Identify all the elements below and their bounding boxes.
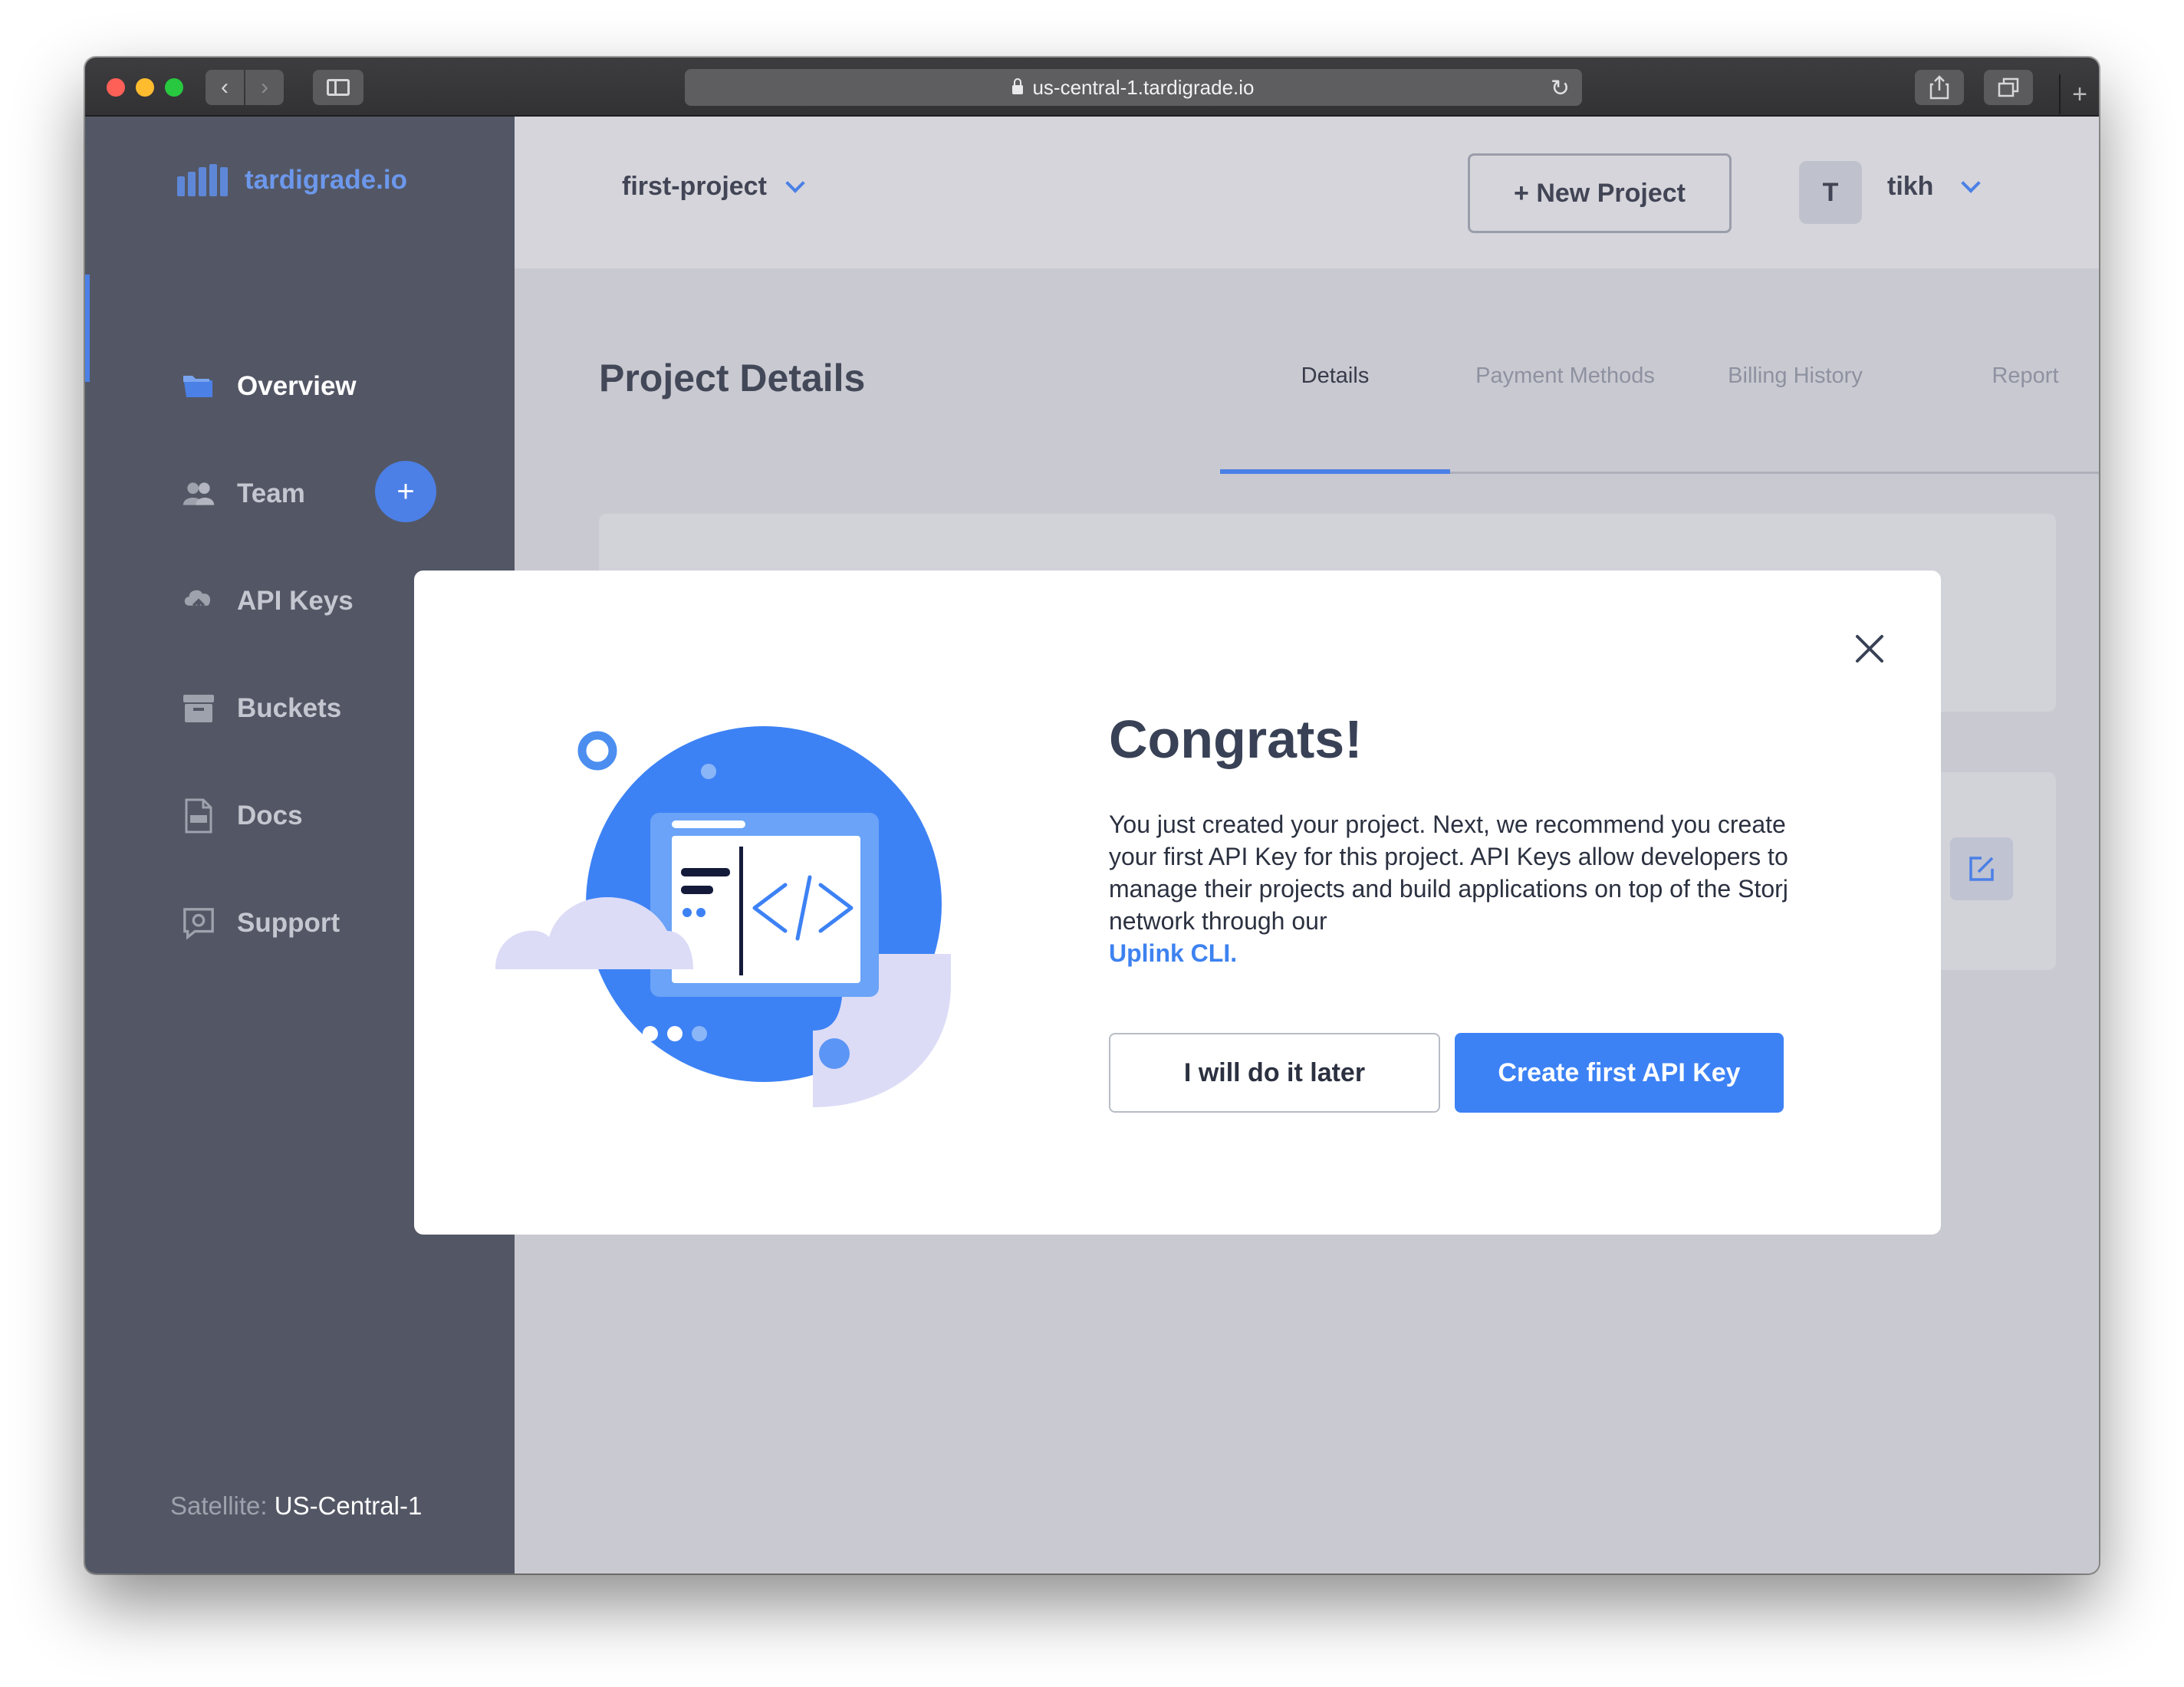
new-tab-button[interactable]: +: [2059, 74, 2099, 114]
chevron-down-icon: [785, 173, 805, 193]
sidebar-item-api-keys[interactable]: API Keys: [182, 578, 354, 624]
document-icon: [182, 798, 215, 834]
sidebar-item-buckets[interactable]: Buckets: [182, 686, 341, 732]
address-bar[interactable]: us-central-1.tardigrade.io ↻: [685, 69, 1582, 106]
avatar[interactable]: T: [1799, 161, 1862, 224]
tab-overview-button[interactable]: [1984, 70, 2033, 105]
top-header: first-project + New Project T tikh: [515, 117, 2099, 268]
close-icon: [1856, 635, 1883, 663]
modal-body-text: You just created your project. Next, we …: [1109, 811, 1788, 935]
do-it-later-button[interactable]: I will do it later: [1109, 1033, 1440, 1113]
close-modal-button[interactable]: [1849, 628, 1890, 669]
tab-details[interactable]: Details: [1220, 363, 1450, 389]
project-selector[interactable]: first-project: [622, 172, 805, 202]
chevron-left-icon: ‹: [221, 74, 229, 100]
sidebar-item-support[interactable]: Support: [182, 900, 340, 946]
create-api-key-button[interactable]: Create first API Key: [1455, 1033, 1784, 1113]
sidebar-item-label: API Keys: [237, 586, 354, 616]
sidebar-toggle-button[interactable]: [313, 70, 363, 105]
browser-titlebar: ‹ › us-central-1.tardigrade.io ↻ +: [85, 58, 2099, 117]
zoom-window-button[interactable]: [165, 78, 183, 97]
page-title: Project Details: [599, 357, 866, 400]
tab-billing-history[interactable]: Billing History: [1680, 363, 1910, 389]
code-illustration: [495, 726, 951, 1107]
uplink-cli-link[interactable]: Uplink CLI.: [1109, 939, 1237, 967]
cloud-upload-icon: [182, 584, 215, 618]
browser-window: ‹ › us-central-1.tardigrade.io ↻ + tardi…: [85, 58, 2099, 1574]
satellite-label: Satellite:: [170, 1491, 268, 1520]
active-tab-indicator: [1220, 469, 1450, 474]
tab-report[interactable]: Report: [1910, 363, 2099, 389]
sidebar-item-overview[interactable]: Overview: [182, 363, 357, 409]
logo-icon: [177, 164, 228, 196]
share-icon: [1929, 75, 1949, 100]
reload-icon[interactable]: ↻: [1551, 75, 1570, 102]
sidebar-item-label: Team: [237, 478, 305, 508]
sidebar-item-label: Support: [237, 908, 340, 938]
satellite-info: Satellite: US-Central-1: [170, 1491, 422, 1521]
satellite-value: US-Central-1: [274, 1491, 423, 1520]
tabs-icon: [1998, 77, 2019, 97]
edit-description-button[interactable]: [1950, 837, 2013, 900]
archive-box-icon: [182, 692, 215, 725]
sidebar-item-label: Buckets: [237, 693, 342, 723]
new-project-button[interactable]: + New Project: [1468, 153, 1732, 233]
congrats-modal: Congrats! You just created your project.…: [414, 571, 1941, 1235]
sidebar-item-team[interactable]: Team: [182, 471, 305, 517]
back-button[interactable]: ‹: [206, 70, 244, 105]
support-icon: [182, 906, 215, 940]
username: tikh: [1887, 172, 1934, 201]
close-window-button[interactable]: [107, 78, 125, 97]
add-team-member-button[interactable]: +: [375, 461, 436, 522]
tab-payment-methods[interactable]: Payment Methods: [1450, 363, 1680, 389]
sidebar-icon: [327, 79, 350, 96]
share-button[interactable]: [1915, 70, 1964, 105]
modal-title: Congrats!: [1109, 709, 1363, 769]
account-menu[interactable]: tikh: [1887, 172, 1982, 202]
lock-icon: [1012, 78, 1024, 94]
forward-button[interactable]: ›: [245, 70, 284, 105]
edit-icon: [1969, 857, 1994, 881]
chevron-right-icon: ›: [261, 74, 268, 100]
active-indicator: [85, 275, 90, 382]
url-text: us-central-1.tardigrade.io: [1032, 75, 1255, 99]
logo[interactable]: tardigrade.io: [177, 164, 407, 196]
chevron-down-icon: [1961, 173, 1982, 193]
sidebar-item-label: Docs: [237, 801, 303, 830]
project-name: first-project: [622, 172, 767, 201]
sidebar-item-docs[interactable]: Docs: [182, 793, 303, 839]
team-icon: [182, 477, 215, 511]
minimize-window-button[interactable]: [136, 78, 154, 97]
folder-icon: [182, 370, 215, 403]
modal-body: You just created your project. Next, we …: [1109, 808, 1799, 969]
sidebar-item-label: Overview: [237, 371, 357, 401]
logo-text: tardigrade.io: [245, 165, 407, 195]
